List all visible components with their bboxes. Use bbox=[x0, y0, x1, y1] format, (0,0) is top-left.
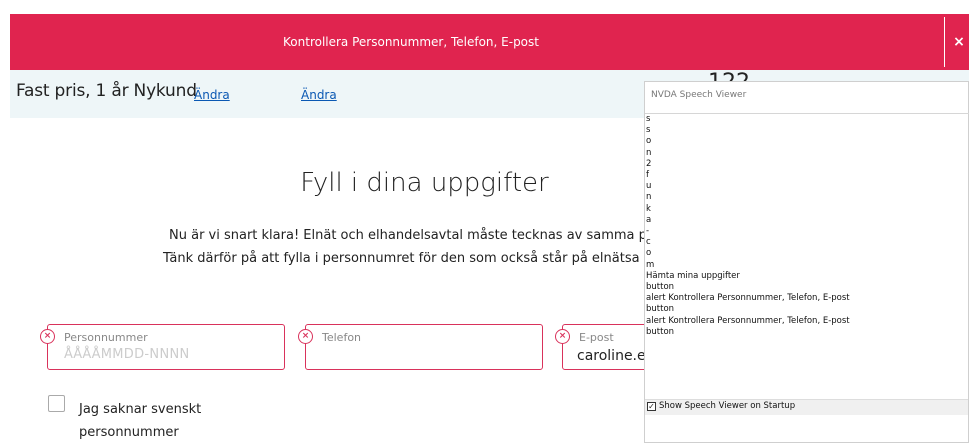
no-personnummer-label-line-2: personnummer bbox=[79, 425, 179, 440]
email-value: caroline.e bbox=[577, 348, 646, 364]
nvda-window-title: NVDA Speech Viewer bbox=[651, 90, 747, 100]
nvda-log-line: o bbox=[646, 248, 652, 259]
nvda-log-line: m bbox=[646, 259, 655, 270]
nvda-log-line: Hämta mina uppgifter bbox=[646, 270, 740, 281]
nvda-log-line: c bbox=[646, 237, 651, 248]
email-label: E-post bbox=[579, 331, 614, 344]
page-top-strip bbox=[0, 0, 969, 14]
nvda-log-line: n bbox=[646, 192, 652, 203]
nvda-speech-log[interactable]: s s o n 2 f u n k a - c o m Hämta mina uppgifter button… bbox=[645, 113, 969, 409]
error-icon: × bbox=[298, 329, 313, 344]
personnummer-label: Personnummer bbox=[64, 331, 148, 344]
alert-close-button[interactable]: × bbox=[948, 14, 969, 70]
error-icon: × bbox=[555, 329, 570, 344]
plan-text: Fast pris, 1 år Nykund bbox=[16, 81, 197, 101]
intro-text-line-2: Tänk därför på att fylla i personnumret … bbox=[163, 251, 640, 266]
no-personnummer-label-line-1: Jag saknar svenskt bbox=[79, 402, 202, 417]
error-icon: × bbox=[40, 329, 55, 344]
nvda-log-line: alert Kontrollera Personnummer, Telefon,… bbox=[646, 315, 850, 326]
email-field[interactable]: E-post caroline.e bbox=[562, 324, 652, 370]
nvda-log-line: a bbox=[646, 214, 652, 225]
change-plan-link[interactable]: Ändra bbox=[194, 88, 230, 102]
alert-divider bbox=[944, 17, 945, 67]
telefon-label: Telefon bbox=[322, 331, 362, 344]
no-personnummer-checkbox[interactable] bbox=[48, 395, 65, 412]
nvda-footer: ✓ Show Speech Viewer on Startup bbox=[645, 399, 968, 415]
show-on-startup-label: Show Speech Viewer on Startup bbox=[659, 401, 796, 411]
personnummer-placeholder: ÅÅÅÅMMDD-NNNN bbox=[64, 347, 190, 362]
nvda-log-line: k bbox=[646, 203, 651, 214]
change-address-link[interactable]: Ändra bbox=[301, 88, 337, 102]
nvda-log-line: button bbox=[646, 326, 675, 337]
nvda-log-line: button bbox=[646, 304, 675, 315]
nvda-log-line: s bbox=[646, 125, 651, 136]
nvda-log-line: o bbox=[646, 136, 652, 147]
alert-banner: Kontrollera Personnummer, Telefon, E-pos… bbox=[10, 14, 969, 70]
intro-text-line-1: Nu är vi snart klara! Elnät och elhandel… bbox=[169, 228, 655, 243]
nvda-log-line: n bbox=[646, 147, 652, 158]
nvda-log-line: f bbox=[646, 170, 649, 181]
nvda-log-line: alert Kontrollera Personnummer, Telefon,… bbox=[646, 293, 850, 304]
nvda-log-line: - bbox=[646, 226, 650, 237]
nvda-log-line: button bbox=[646, 282, 675, 293]
nvda-log-line: u bbox=[646, 181, 652, 192]
personnummer-field[interactable]: Personnummer ÅÅÅÅMMDD-NNNN bbox=[47, 324, 285, 370]
telefon-field[interactable]: Telefon bbox=[305, 324, 543, 370]
alert-message: Kontrollera Personnummer, Telefon, E-pos… bbox=[283, 35, 539, 49]
nvda-log-line: 2 bbox=[646, 158, 652, 169]
no-personnummer-label: Jag saknar svenskt personnummer bbox=[79, 398, 201, 444]
show-on-startup-checkbox[interactable]: ✓ bbox=[647, 402, 656, 411]
nvda-speech-viewer-window: NVDA Speech Viewer s s o n 2 f u n k a - c o m Hämta m… bbox=[644, 81, 969, 443]
nvda-log-line: s bbox=[646, 114, 651, 124]
